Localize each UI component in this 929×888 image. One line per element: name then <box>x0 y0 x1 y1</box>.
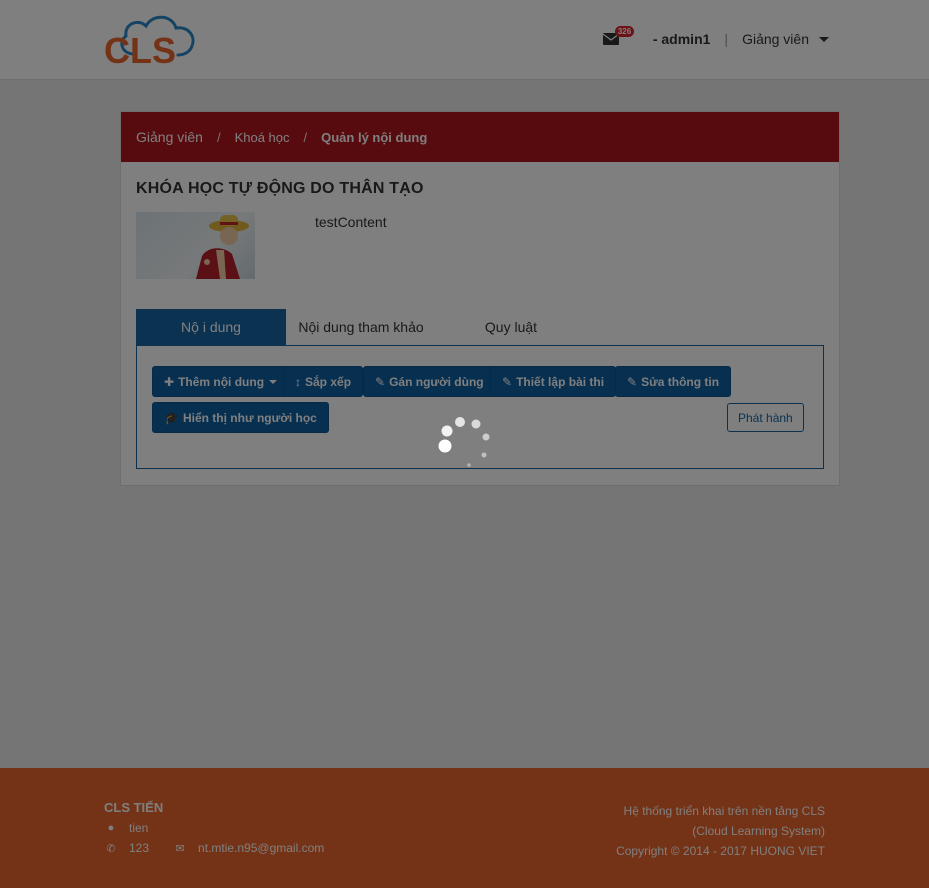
loading-spinner-icon <box>438 417 490 467</box>
loading-overlay <box>0 0 929 888</box>
